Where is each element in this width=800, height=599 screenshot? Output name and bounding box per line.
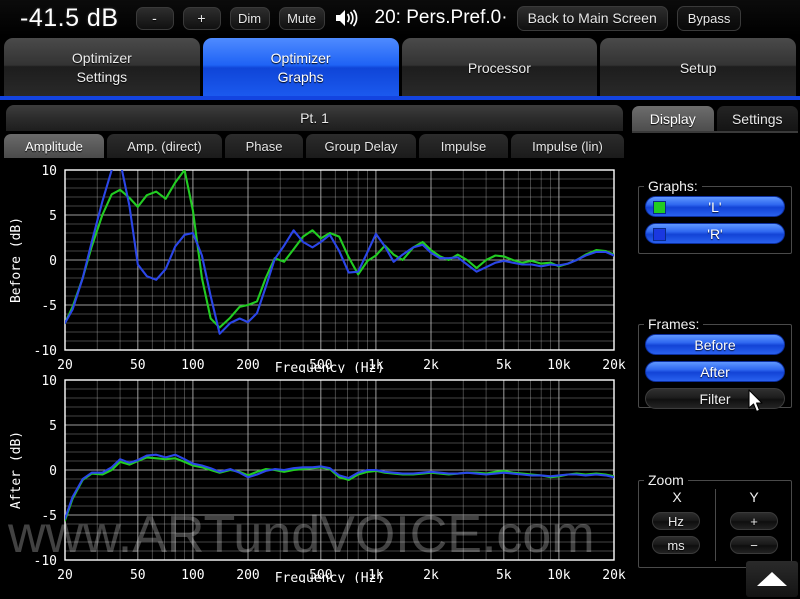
mute-button[interactable]: Mute [278, 6, 325, 30]
svg-text:10k: 10k [547, 568, 571, 583]
svg-text:100: 100 [181, 568, 204, 583]
graph-channel-r-button[interactable]: 'R' [645, 223, 785, 244]
frames-group: Frames: Before After Filter [638, 316, 792, 409]
optimizer-graphs-screen: -41.5 dB - + Dim Mute 20: Pers.Pref.0· B… [0, 0, 800, 599]
frames-group-title: Frames: [644, 316, 704, 332]
frame-filter-button[interactable]: Filter [645, 388, 785, 409]
dim-button[interactable]: Dim [229, 6, 270, 30]
graph-area: Pt. 1 Amplitude Amp. (direct) Phase Grou… [0, 102, 630, 599]
side-tab-settings[interactable]: Settings [716, 106, 798, 131]
zoom-x-label: X [672, 489, 682, 505]
zoom-y-plus-button[interactable]: + [730, 512, 778, 530]
graph-tab-amplitude[interactable]: Amplitude [4, 134, 104, 158]
tab-label-line2: Settings [76, 69, 128, 85]
svg-text:2k: 2k [423, 568, 439, 583]
tab-optimizer-graphs[interactable]: Optimizer Graphs [202, 38, 399, 98]
back-to-main-screen-button[interactable]: Back to Main Screen [516, 5, 668, 31]
graph-tab-group-delay[interactable]: Group Delay [306, 134, 416, 158]
channel-r-color-swatch [653, 228, 666, 241]
zoom-group: Zoom X Y Hz ms + − [638, 472, 792, 568]
svg-text:20k: 20k [602, 568, 626, 583]
svg-text:0: 0 [49, 254, 57, 269]
triangle-up-icon [757, 572, 787, 586]
graphs-group: Graphs: 'L' 'R' [638, 178, 792, 254]
scroll-up-button[interactable] [746, 561, 798, 597]
svg-text:10: 10 [41, 164, 57, 179]
side-tab-display[interactable]: Display [632, 106, 714, 131]
volume-up-button[interactable]: + [182, 6, 221, 30]
top-toolbar: -41.5 dB - + Dim Mute 20: Pers.Pref.0· B… [0, 0, 800, 36]
tab-optimizer-settings[interactable]: Optimizer Settings [4, 38, 200, 98]
svg-text:-10: -10 [34, 344, 57, 359]
speaker-icon[interactable] [334, 7, 360, 29]
zoom-group-title: Zoom [644, 472, 688, 488]
volume-down-button[interactable]: - [135, 6, 174, 30]
preset-readout[interactable]: 20: Pers.Pref.0· [375, 7, 508, 29]
tab-label-line1: Optimizer [270, 50, 331, 67]
graphs-group-title: Graphs: [644, 178, 702, 194]
volume-readout: -41.5 dB [20, 3, 119, 32]
main-tab-bar: Optimizer Settings Optimizer Graphs Proc… [0, 36, 800, 98]
measurement-point-bar[interactable]: Pt. 1 [6, 105, 623, 131]
graph-tab-amp-direct[interactable]: Amp. (direct) [107, 134, 222, 158]
tab-label-line2: Graphs [277, 69, 324, 85]
svg-text:0: 0 [49, 464, 57, 479]
svg-text:10: 10 [41, 374, 57, 389]
svg-text:Frequency (Hz): Frequency (Hz) [275, 571, 385, 583]
bypass-button[interactable]: Bypass [676, 5, 742, 31]
chart-after[interactable]: -10 -5 0 5 10 20 50 100 200 500 1k 2k 5k 10k 20k After … [0, 370, 630, 583]
svg-text:After (dB): After (dB) [9, 431, 24, 509]
graph-channel-l-button[interactable]: 'L' [645, 196, 785, 217]
channel-l-label: 'L' [708, 198, 722, 215]
tab-processor[interactable]: Processor [401, 38, 598, 98]
svg-text:Before (dB): Before (dB) [9, 217, 24, 303]
tab-setup[interactable]: Setup [600, 38, 796, 98]
tab-label-line1: Optimizer [71, 50, 132, 67]
svg-text:5k: 5k [496, 568, 512, 583]
svg-text:200: 200 [236, 568, 259, 583]
svg-text:-10: -10 [34, 554, 57, 569]
frame-before-button[interactable]: Before [645, 334, 785, 355]
graph-tab-impulse[interactable]: Impulse [419, 134, 508, 158]
frame-after-button[interactable]: After [645, 361, 785, 382]
zoom-y-label: Y [749, 489, 759, 505]
svg-text:50: 50 [130, 568, 146, 583]
side-panel-tab-bar: Display Settings [632, 106, 798, 131]
channel-r-label: 'R' [707, 225, 723, 242]
side-panel-tab-rule [632, 131, 798, 133]
chart-before[interactable]: -10 -5 0 5 10 20 50 100 200 500 1k 2k 5k 10k 20k Before… [0, 160, 630, 373]
svg-text:-5: -5 [41, 509, 57, 524]
tab-label-line1: Processor [467, 59, 531, 76]
tab-label-line1: Setup [679, 59, 717, 76]
tab-underline [0, 96, 800, 100]
svg-text:-5: -5 [41, 299, 57, 314]
svg-text:5: 5 [49, 209, 57, 224]
graph-tab-impulse-lin[interactable]: Impulse (lin) [511, 134, 624, 158]
svg-text:20: 20 [57, 568, 73, 583]
zoom-x-ms-button[interactable]: ms [652, 536, 700, 554]
zoom-y-minus-button[interactable]: − [730, 536, 778, 554]
channel-l-color-swatch [653, 201, 666, 214]
graph-type-tab-bar: Amplitude Amp. (direct) Phase Group Dela… [4, 134, 628, 158]
svg-text:5: 5 [49, 419, 57, 434]
graph-tab-phase[interactable]: Phase [225, 134, 303, 158]
zoom-x-hz-button[interactable]: Hz [652, 512, 700, 530]
side-panel: Display Settings Graphs: 'L' 'R' Frames:… [630, 102, 800, 599]
